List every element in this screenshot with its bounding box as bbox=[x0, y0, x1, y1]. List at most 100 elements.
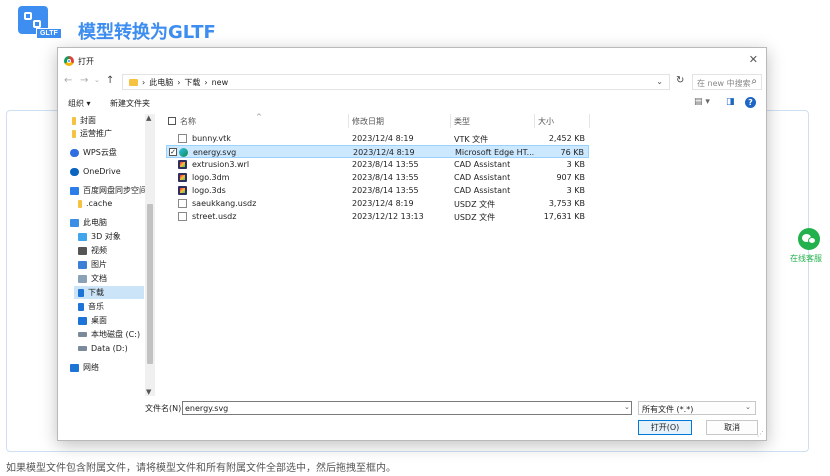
document-icon bbox=[178, 199, 187, 208]
up-arrow-icon[interactable]: ↑ bbox=[106, 75, 114, 86]
music-icon bbox=[78, 302, 84, 311]
cloud-icon bbox=[70, 167, 79, 176]
edge-icon bbox=[179, 148, 188, 157]
sidebar-item-drive-c[interactable]: 本地磁盘 (C:) bbox=[78, 328, 140, 341]
filename-input[interactable]: energy.svg bbox=[182, 401, 632, 415]
app-logo-icon: GLTF bbox=[16, 6, 68, 40]
document-icon bbox=[178, 212, 187, 221]
dialog-toolbar: 组织 ▾ 新建文件夹 ▤ ▾ ◨ ? bbox=[58, 96, 766, 110]
file-open-dialog: 打开 ✕ ← → ⌄ ↑ › 此电脑 › 下载 › new ⌄ ↻ 在 new … bbox=[57, 47, 767, 441]
search-input[interactable]: 在 new 中搜索 ⌕ bbox=[692, 74, 762, 90]
close-icon[interactable]: ✕ bbox=[749, 53, 758, 66]
cad-icon bbox=[178, 173, 187, 182]
file-row-bunny-vtk[interactable]: bunny.vtk 2023/12/4 8:19 VTK 文件 2,452 KB bbox=[166, 132, 589, 145]
cube-icon bbox=[78, 232, 87, 241]
breadcrumb-downloads[interactable]: 下载 bbox=[184, 77, 200, 88]
navigation-bar: ← → ⌄ ↑ › 此电脑 › 下载 › new ⌄ ↻ 在 new 中搜索 ⌕ bbox=[58, 72, 766, 92]
breadcrumb-this-pc[interactable]: 此电脑 bbox=[149, 77, 173, 88]
desktop-icon bbox=[78, 316, 87, 325]
filetype-select[interactable]: 所有文件 (*.*) ⌄ bbox=[638, 401, 756, 415]
sidebar-item-this-pc[interactable]: 此电脑 bbox=[70, 216, 107, 229]
search-placeholder: 在 new 中搜索 bbox=[697, 79, 751, 88]
sidebar-item-pictures[interactable]: 图片 bbox=[78, 258, 107, 271]
sidebar-item-baidu-sync[interactable]: 百度网盘同步空间 bbox=[70, 184, 147, 197]
open-button[interactable]: 打开(O) bbox=[638, 420, 692, 435]
breadcrumb-new[interactable]: new bbox=[212, 78, 229, 87]
scroll-up-icon[interactable]: ▲ bbox=[146, 114, 151, 122]
row-checkbox[interactable]: ✓ bbox=[169, 148, 177, 156]
scrollbar-thumb[interactable] bbox=[147, 204, 153, 364]
file-row-street-usdz[interactable]: street.usdz 2023/12/12 13:13 USDZ 文件 17,… bbox=[166, 210, 589, 223]
scroll-down-icon[interactable]: ▼ bbox=[146, 388, 151, 396]
sidebar-item-drive-d[interactable]: Data (D:) bbox=[78, 342, 128, 355]
sidebar-item-wps-cloud[interactable]: WPS云盘 bbox=[70, 146, 117, 159]
forward-arrow-icon[interactable]: → bbox=[80, 75, 88, 86]
sidebar-item-videos[interactable]: 视频 bbox=[78, 244, 107, 257]
view-options-icon[interactable]: ▤ ▾ bbox=[694, 97, 710, 107]
logo-tag: GLTF bbox=[36, 28, 62, 39]
page-title: 模型转换为GLTF bbox=[78, 22, 216, 43]
drive-icon bbox=[78, 346, 87, 351]
wechat-label[interactable]: 在线客服 bbox=[788, 253, 824, 264]
file-row-logo-3ds[interactable]: logo.3ds 2023/8/14 13:55 CAD Assistant 3… bbox=[166, 184, 589, 197]
column-header-type[interactable]: 类型 bbox=[454, 114, 470, 128]
drop-hint-text: 如果模型文件包含附属文件，请将模型文件和所有附属文件全部选中，然后拖拽至框内。 bbox=[6, 463, 396, 474]
baidu-icon bbox=[70, 186, 79, 195]
sort-ascending-icon: ^ bbox=[256, 113, 262, 121]
preview-pane-icon[interactable]: ◨ bbox=[726, 97, 735, 107]
folder-icon bbox=[72, 129, 76, 138]
sidebar-item-onedrive[interactable]: OneDrive bbox=[70, 165, 121, 178]
dialog-title: 打开 bbox=[78, 56, 94, 66]
cancel-button[interactable]: 取消 bbox=[706, 420, 758, 435]
column-header-modified[interactable]: 修改日期 bbox=[352, 114, 384, 128]
breadcrumb-separator: › bbox=[142, 77, 146, 87]
recent-locations-icon[interactable]: ⌄ bbox=[94, 76, 100, 84]
chrome-icon bbox=[64, 56, 74, 66]
wechat-support[interactable]: 在线客服 bbox=[790, 228, 824, 264]
search-icon[interactable]: ⌕ bbox=[751, 76, 757, 87]
back-arrow-icon[interactable]: ← bbox=[64, 75, 72, 86]
sidebar-item-3d-objects[interactable]: 3D 对象 bbox=[78, 230, 121, 243]
sidebar-item-marketing[interactable]: 运营推广 bbox=[72, 127, 112, 140]
filename-dropdown-icon[interactable]: ⌄ bbox=[624, 403, 630, 411]
column-header-name[interactable]: 名称 bbox=[180, 114, 196, 128]
sidebar-item-desktop[interactable]: 桌面 bbox=[78, 314, 107, 327]
sidebar-item-network[interactable]: 网络 bbox=[70, 361, 99, 374]
organize-menu[interactable]: 组织 ▾ bbox=[68, 98, 91, 109]
document-icon bbox=[78, 274, 87, 283]
sidebar-item-cache[interactable]: .cache bbox=[78, 197, 112, 210]
sidebar-scrollbar[interactable]: ▲ ▼ bbox=[145, 114, 155, 396]
refresh-icon[interactable]: ↻ bbox=[676, 75, 684, 86]
resize-grip-icon[interactable]: ⋰ bbox=[757, 430, 764, 438]
computer-icon bbox=[70, 218, 79, 227]
cloud-icon bbox=[70, 148, 79, 157]
cad-icon bbox=[178, 160, 187, 169]
sidebar-item-music[interactable]: 音乐 bbox=[78, 300, 104, 313]
select-all-checkbox[interactable] bbox=[168, 117, 176, 125]
address-bar[interactable]: › 此电脑 › 下载 › new ⌄ bbox=[122, 74, 670, 90]
network-icon bbox=[70, 363, 79, 372]
help-icon[interactable]: ? bbox=[745, 97, 756, 108]
sidebar-item-downloads[interactable]: 下载 bbox=[74, 286, 144, 299]
filename-label: 文件名(N): bbox=[145, 404, 184, 413]
video-icon bbox=[78, 246, 87, 255]
folder-icon bbox=[72, 116, 76, 125]
filetype-value: 所有文件 (*.*) bbox=[642, 405, 694, 414]
wechat-icon[interactable] bbox=[798, 228, 820, 250]
chevron-down-icon: ⌄ bbox=[745, 403, 751, 411]
file-row-energy-svg[interactable]: ✓ energy.svg 2023/12/4 8:19 Microsoft Ed… bbox=[166, 145, 589, 158]
breadcrumb-separator: › bbox=[177, 77, 181, 87]
page: GLTF 模型转换为GLTF 如果模型文件包含附属文件，请将模型文件和所有附属文… bbox=[0, 0, 830, 476]
dialog-titlebar: 打开 bbox=[64, 54, 94, 68]
drive-icon bbox=[78, 332, 87, 337]
sidebar-item-cover[interactable]: 封面 bbox=[72, 114, 96, 127]
file-row-extrusion3-wrl[interactable]: extrusion3.wrl 2023/8/14 13:55 CAD Assis… bbox=[166, 158, 589, 171]
cad-icon bbox=[178, 186, 187, 195]
column-header-size[interactable]: 大小 bbox=[538, 114, 554, 128]
new-folder-button[interactable]: 新建文件夹 bbox=[110, 98, 150, 109]
sidebar-item-documents[interactable]: 文档 bbox=[78, 272, 107, 285]
file-row-saeukkang-usdz[interactable]: saeukkang.usdz 2023/12/4 8:19 USDZ 文件 3,… bbox=[166, 197, 589, 210]
file-row-logo-3dm[interactable]: logo.3dm 2023/8/14 13:55 CAD Assistant 9… bbox=[166, 171, 589, 184]
address-dropdown-icon[interactable]: ⌄ bbox=[656, 77, 663, 86]
document-icon bbox=[178, 134, 187, 143]
